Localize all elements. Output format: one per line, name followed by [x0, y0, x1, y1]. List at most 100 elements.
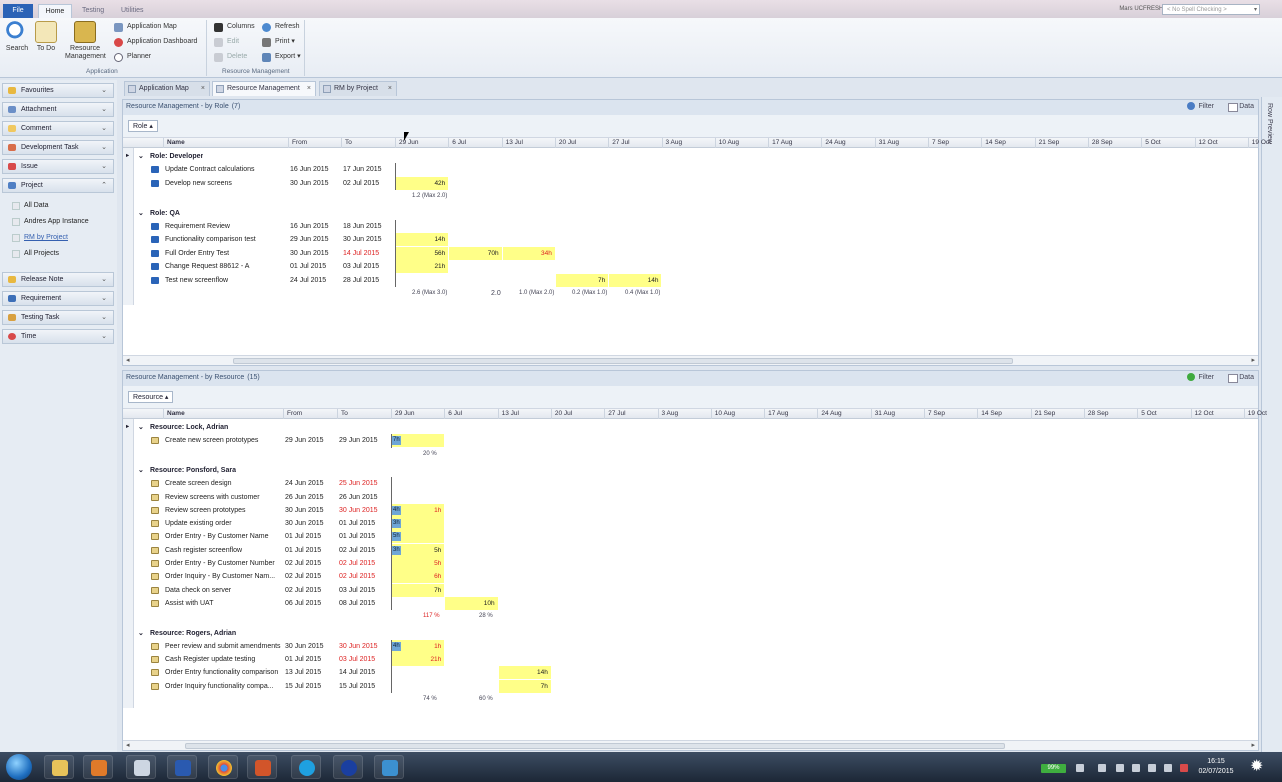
close-icon[interactable]: ×	[388, 82, 392, 96]
allocation-cell[interactable]: 14h	[498, 666, 551, 680]
allocation-cell[interactable]: 6h	[392, 570, 445, 584]
powerpoint-taskbar-icon[interactable]	[247, 755, 277, 779]
sidebar-comment[interactable]: Comment ⌄	[2, 121, 114, 136]
booked-hours-cell[interactable]: 4h	[392, 641, 401, 651]
chevron-left-icon[interactable]: ◂	[126, 356, 130, 366]
refresh-button[interactable]: Refresh	[262, 21, 300, 33]
tab-rm-by-project[interactable]: RM by Project ×	[319, 81, 397, 96]
table-row[interactable]: Test new screenflow 24 Jul 2015 28 Jul 201…	[123, 273, 1258, 287]
tab-application-map[interactable]: Application Map ×	[124, 81, 210, 96]
sidebar-issue[interactable]: Issue ⌄	[2, 159, 114, 174]
table-row[interactable]: Assist with UAT 06 Jul 2015 08 Jul 2015 10h	[123, 596, 1258, 610]
expand-chevron-icon[interactable]: ⌄	[138, 150, 144, 163]
table-row[interactable]: Cash register screenflow 01 Jul 2015 02 Ju…	[123, 543, 1258, 557]
battery-indicator[interactable]: 99%	[1041, 764, 1066, 773]
table-row[interactable]: Peer review and submit amendments 30 Jun …	[123, 639, 1258, 653]
expand-chevron-icon[interactable]: ⌄	[138, 464, 144, 477]
allocation-cell[interactable]: 10h	[445, 596, 498, 610]
resource-horizontal-scrollbar[interactable]: ◂ ▸	[123, 740, 1258, 750]
group-row[interactable]: ⌄ ▸ Resource: Lock, Adrian	[123, 421, 1258, 434]
sidebar-release-note[interactable]: Release Note ⌄	[2, 272, 114, 287]
resource-filter-button[interactable]: Filter	[1187, 371, 1214, 385]
role-horizontal-scrollbar[interactable]: ◂ ▸	[123, 355, 1258, 365]
export-button[interactable]: Export ▾	[262, 51, 301, 63]
booked-hours-cell[interactable]: 7h	[392, 436, 401, 446]
sidebar-item-all-data[interactable]: All Data	[12, 200, 49, 212]
signal-icon[interactable]	[1164, 764, 1172, 772]
delete-button[interactable]: Delete	[214, 51, 247, 63]
snowflake-taskbar-icon[interactable]	[374, 755, 404, 779]
sidebar-time[interactable]: Time ⌄	[2, 329, 114, 344]
close-icon[interactable]: ×	[201, 82, 205, 96]
scroll-thumb[interactable]	[233, 358, 1013, 364]
column-header-to[interactable]: To	[337, 409, 391, 419]
explorer-taskbar-icon[interactable]	[44, 755, 74, 779]
tab-testing[interactable]: Testing	[74, 4, 112, 18]
application-map-button[interactable]: Application Map	[114, 21, 177, 33]
table-row[interactable]: Full Order Entry Test 30 Jun 2015 14 Jul 2…	[123, 246, 1258, 260]
group-row[interactable]: ⌄ Resource: Rogers, Adrian	[123, 627, 1258, 640]
table-row[interactable]: Order Entry - By Customer Name 01 Jul 201…	[123, 530, 1258, 544]
security-icon[interactable]	[1180, 764, 1188, 772]
chevron-left-icon[interactable]: ◂	[126, 741, 130, 751]
tray-icon[interactable]	[1116, 764, 1124, 772]
expand-chevron-icon[interactable]: ⌄	[138, 421, 144, 434]
sidebar-item-all-projects[interactable]: All Projects	[12, 248, 59, 260]
print-button[interactable]: Print ▾	[262, 36, 295, 48]
table-row[interactable]: Review screens with customer 26 Jun 2015 2…	[123, 491, 1258, 504]
allocation-cell[interactable]: 42h	[396, 176, 449, 190]
skype-taskbar-icon[interactable]	[291, 755, 321, 779]
table-row[interactable]: Order Entry - By Customer Number 02 Jul 2…	[123, 557, 1258, 570]
resource-group-button[interactable]: Resource ▴	[128, 391, 174, 403]
columns-button[interactable]: Columns	[214, 21, 255, 33]
media-taskbar-icon[interactable]	[83, 755, 113, 779]
table-row[interactable]: Create new screen prototypes 29 Jun 2015 2…	[123, 434, 1258, 448]
allocation-cell[interactable]: 7h	[555, 273, 609, 287]
app-taskbar-icon[interactable]	[126, 755, 156, 779]
sidebar-attachment[interactable]: Attachment ⌄	[2, 102, 114, 117]
allocation-cell[interactable]: 5h	[392, 557, 445, 570]
table-row[interactable]: Review screen prototypes 30 Jun 2015 30 Ju…	[123, 503, 1258, 517]
expand-chevron-icon[interactable]: ⌄	[138, 207, 144, 220]
group-row[interactable]: ⌄ Resource: Ponsford, Sara	[123, 464, 1258, 477]
chevron-right-icon[interactable]: ▸	[1251, 356, 1255, 366]
column-header-from[interactable]: From	[283, 409, 337, 419]
browser-taskbar-icon[interactable]	[333, 755, 363, 779]
spell-check-dropdown[interactable]: < No Spell Checking > ▾	[1162, 4, 1260, 15]
tab-resource-management[interactable]: Resource Management ×	[212, 81, 316, 96]
allocation-cell[interactable]: 21h	[396, 260, 449, 274]
sidebar-favourites[interactable]: Favourites ⌄	[2, 83, 114, 98]
flag-icon[interactable]	[1098, 764, 1106, 772]
table-row[interactable]: Develop new screens 30 Jun 2015 02 Jul 201…	[123, 176, 1258, 190]
tray-icon[interactable]	[1132, 764, 1140, 772]
booked-hours-cell[interactable]: 3h	[392, 519, 401, 529]
booked-hours-cell[interactable]: 3h	[392, 545, 401, 555]
sidebar-requirement[interactable]: Requirement ⌄	[2, 291, 114, 306]
allocation-cell[interactable]: 70h	[449, 246, 502, 260]
resource-management-button[interactable]: Resource Management	[62, 21, 108, 61]
table-row[interactable]: Create screen design 24 Jun 2015 25 Jun 20…	[123, 477, 1258, 490]
table-row[interactable]: Order Inquiry - By Customer Nam... 02 Jul…	[123, 570, 1258, 584]
role-filter-button[interactable]: Filter	[1187, 100, 1214, 114]
group-row[interactable]: ⌄ ▸ Role: Developer	[123, 150, 1258, 163]
table-row[interactable]: Change Request 88612 - A 01 Jul 2015 03 Ju…	[123, 260, 1258, 274]
close-icon[interactable]: ×	[307, 82, 311, 96]
column-header-name[interactable]: Name	[163, 409, 283, 419]
chevron-right-icon[interactable]: ▸	[1251, 741, 1255, 751]
sidebar-item-rm-by-project[interactable]: RM by Project	[12, 232, 68, 244]
table-row[interactable]: Data check on server 02 Jul 2015 03 Jul 20…	[123, 583, 1258, 597]
planner-button[interactable]: Planner	[114, 51, 151, 63]
resource-data-toggle[interactable]: Data	[1228, 373, 1254, 383]
column-header-name[interactable]: Name	[163, 138, 288, 148]
role-data-toggle[interactable]: Data	[1228, 102, 1254, 112]
chrome-taskbar-icon[interactable]	[208, 755, 238, 779]
booked-hours-cell[interactable]: 4h	[392, 505, 401, 515]
application-dashboard-button[interactable]: Application Dashboard	[114, 36, 197, 48]
table-row[interactable]: Cash Register update testing 01 Jul 2015 0…	[123, 653, 1258, 667]
column-header-from[interactable]: From	[288, 138, 341, 148]
table-row[interactable]: Update existing order 30 Jun 2015 01 Jul 2…	[123, 517, 1258, 531]
table-row[interactable]: Order Entry functionality comparison 13 J…	[123, 666, 1258, 680]
network-icon[interactable]	[1076, 764, 1084, 772]
expand-chevron-icon[interactable]: ⌄	[138, 627, 144, 640]
clock[interactable]: 16:15 02/07/2015	[1196, 757, 1236, 777]
